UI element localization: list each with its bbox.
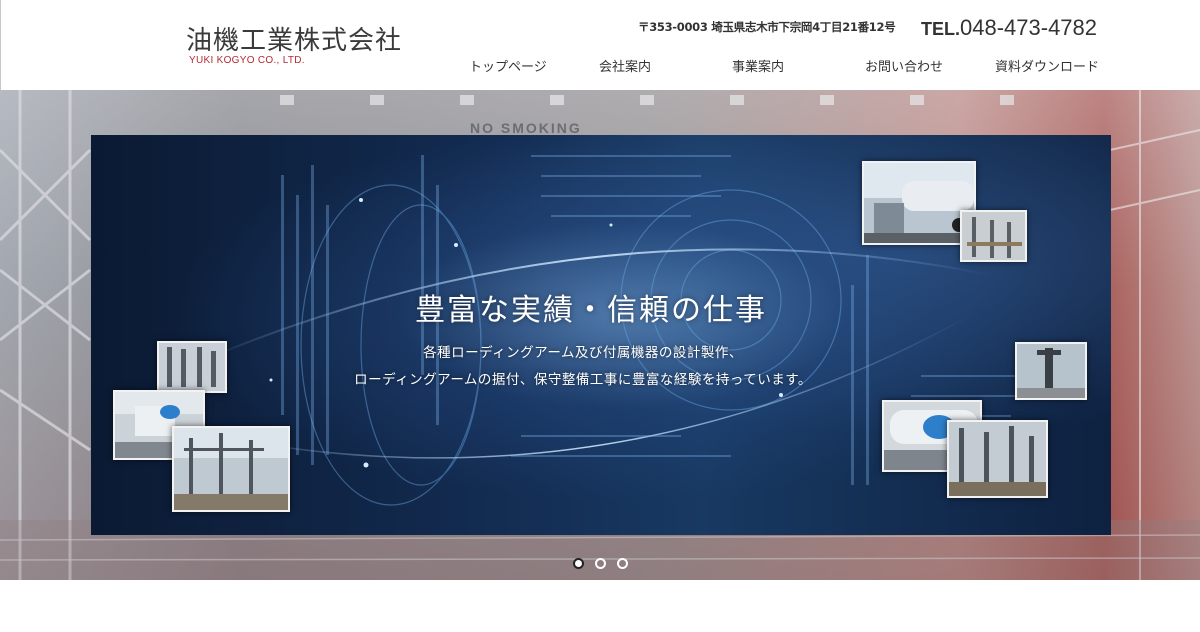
hero-slide[interactable]: 豊富な実績・信頼の仕事 各種ローディングアーム及び付属機器の設計製作、 ローディ…	[91, 135, 1111, 535]
slider-dot-3[interactable]	[617, 558, 628, 569]
slide-description-line-1: 各種ローディングアーム及び付属機器の設計製作、	[423, 345, 743, 361]
nav-item-top-page[interactable]: トップページ	[469, 56, 547, 75]
hero-section: NO SMOKING 豊富な実績・信頼の仕事 各種ローディングアーム及び付属機器…	[0, 90, 1200, 580]
tel-number: 048-473-4782	[960, 15, 1098, 40]
main-nav: トップページ 会社案内 事業案内 お問い合わせ 資料ダウンロード	[1, 56, 1200, 76]
site-header: 油機工業株式会社 YUKI KOGYO CO., LTD. 〒353-0003 …	[0, 0, 1200, 90]
nav-item-company[interactable]: 会社案内	[599, 56, 651, 75]
company-logo-japanese[interactable]: 油機工業株式会社	[186, 20, 402, 57]
phone-number[interactable]: TEL.048-473-4782	[921, 15, 1097, 41]
slider-dot-2[interactable]	[595, 558, 606, 569]
photo-loading-arm-truck	[862, 161, 976, 245]
tel-prefix: TEL.	[921, 19, 960, 39]
photo-loading-arm-station	[947, 420, 1048, 498]
photo-loading-arm-piping	[960, 210, 1027, 262]
no-smoking-sign: NO SMOKING	[470, 120, 582, 136]
slide-title: 豊富な実績・信頼の仕事	[415, 293, 767, 328]
nav-item-download[interactable]: 資料ダウンロード	[995, 56, 1099, 75]
photo-loading-arm-yard	[172, 426, 290, 512]
slider-dot-1[interactable]	[573, 558, 584, 569]
nav-item-contact[interactable]: お問い合わせ	[865, 56, 943, 75]
nav-item-business[interactable]: 事業案内	[732, 56, 784, 75]
slide-description-line-2: ローディングアームの据付、保守整備工事に豊富な経験を持っています。	[354, 372, 812, 388]
company-address: 〒353-0003 埼玉県志木市下宗岡4丁目21番12号	[638, 20, 896, 34]
